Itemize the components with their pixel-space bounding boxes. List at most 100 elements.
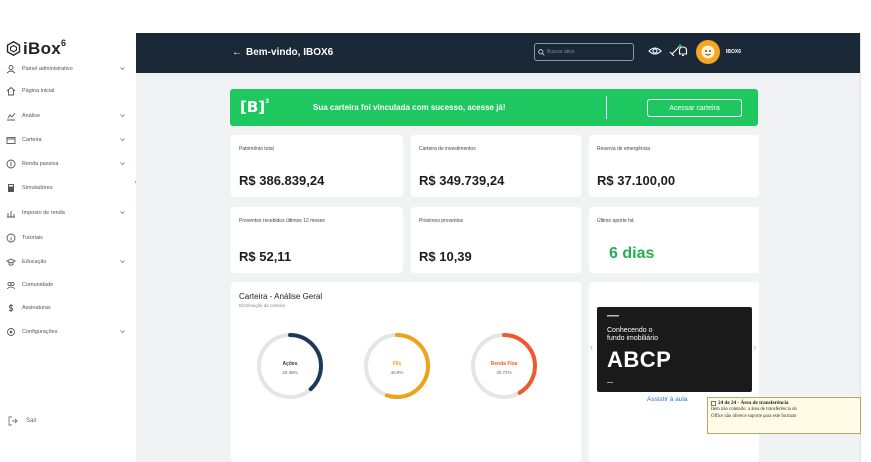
sidebar-item-label: Página inicial: [22, 88, 55, 94]
sidebar-item[interactable]: Educação: [6, 255, 130, 269]
notification-bell-icon[interactable]: [676, 44, 690, 58]
top-bar: ← Bem-vindo, IBOX6 IBOX6: [136, 33, 860, 73]
sidebar-item[interactable]: Configurações: [6, 325, 130, 339]
logout-icon: [8, 416, 18, 426]
chevron-down-icon: [120, 114, 125, 118]
stat-value: R$ 52,11: [239, 249, 292, 264]
stat-card-emergency-reserve: Reserva de emergência R$ 37.100,00: [589, 135, 759, 197]
avatar-icon: [701, 45, 715, 59]
analysis-title: Carteira - Análise Geral: [239, 292, 323, 301]
watch-lesson-link[interactable]: Assistir à aula: [647, 396, 687, 403]
banner-message: Sua carteira foi vinculada com sucesso, …: [313, 103, 506, 112]
clipboard-icon: [711, 400, 716, 406]
donut-percent: 28.38%: [282, 370, 298, 375]
sidebar-item-label: Configurações: [22, 329, 58, 335]
chevron-down-icon: [120, 138, 125, 142]
sidebar: iBox6 Painel administrativo Página inicia…: [0, 0, 136, 462]
analysis-subtitle: Distribuição da carteira: [239, 303, 286, 308]
sidebar-item-label: Carteira: [22, 137, 42, 143]
sidebar-item-label: Simuladores: [22, 185, 53, 191]
lesson-video-card: ‹ Conhecendo o fundo imobiliário ABCP › A…: [589, 282, 759, 462]
sidebar-item[interactable]: Carteira: [6, 133, 130, 147]
sidebar-item-label: Assinaturas: [22, 305, 51, 311]
visibility-eye-icon[interactable]: [648, 44, 662, 58]
home-icon: [6, 86, 16, 96]
video-ticker: ABCP: [607, 347, 672, 372]
wallet-icon: [6, 135, 16, 145]
ibox-mark-icon: [607, 382, 613, 383]
stat-label: Último aporte há: [597, 218, 634, 224]
video-caption: Conhecendo o fundo imobiliário: [607, 327, 658, 342]
tax-icon: [6, 208, 16, 218]
allocation-donut[interactable]: Ações 28.38%: [254, 330, 326, 402]
brand-name: iBox6: [23, 38, 67, 58]
tooltip-line: Office não oferece suporte para este for…: [711, 414, 797, 419]
allocation-donut[interactable]: FIIs 40.9%: [361, 330, 433, 402]
stat-card-dividends-12m: Proventos recebidos últimos 12 meses R$ …: [231, 207, 403, 273]
sidebar-item[interactable]: Comunidade: [6, 278, 130, 292]
chevron-down-icon: [120, 211, 125, 215]
gear-user-icon: [6, 64, 16, 74]
donut-label: Renda Fixa: [490, 361, 518, 367]
b3-link-banner: [B]3 Sua carteira foi vinculada com suce…: [230, 89, 758, 126]
chevron-down-icon: [120, 260, 125, 264]
video-logo-icon: [607, 315, 619, 317]
video-thumbnail[interactable]: Conhecendo o fundo imobiliário ABCP: [597, 307, 752, 392]
brand-logo[interactable]: iBox6: [6, 38, 66, 59]
stat-card-next-dividends: Próximos proventos R$ 10,39: [411, 207, 581, 273]
stat-label: Carteira de investimentos: [419, 146, 476, 152]
vertical-scrollbar[interactable]: [860, 33, 871, 462]
stat-label: Patrimônio total: [239, 146, 274, 152]
search-icon: [538, 48, 545, 56]
stat-value: R$ 10,39: [419, 249, 472, 264]
carousel-prev-icon[interactable]: ‹: [590, 342, 593, 352]
clipboard-tooltip: 24 de 24 - Área de transferência Item nã…: [707, 397, 861, 434]
sidebar-item[interactable]: Imposto de renda: [6, 206, 130, 220]
sidebar-item[interactable]: Tutoriais: [6, 231, 130, 245]
page-title: ← Bem-vindo, IBOX6: [232, 47, 333, 58]
sidebar-item-label: Painel administrativo: [22, 66, 73, 72]
logout-label: Sair: [26, 418, 37, 424]
stat-label: Próximos proventos: [419, 218, 464, 224]
stat-card-last-contribution: Último aporte há 6 dias: [589, 207, 759, 273]
stat-value: 6 dias: [609, 245, 655, 262]
user-avatar[interactable]: [696, 40, 720, 64]
sidebar-item-label: Renda passiva: [22, 161, 59, 167]
donut-label: FIIs: [392, 361, 402, 367]
stat-value: R$ 349.739,24: [419, 173, 505, 188]
sidebar-item-label: Educação: [22, 259, 47, 265]
sidebar-item[interactable]: Simuladores: [6, 181, 130, 195]
back-arrow-icon[interactable]: ←: [232, 47, 242, 58]
sidebar-item[interactable]: Assinaturas: [6, 301, 130, 315]
logout-button[interactable]: Sair: [8, 416, 37, 426]
tooltip-line: Item não coletado: a área de transferênc…: [711, 407, 797, 412]
donut-percent: 40.9%: [390, 370, 404, 375]
search-input[interactable]: [547, 49, 633, 55]
carousel-next-icon[interactable]: ›: [753, 342, 756, 352]
coin-icon: [6, 159, 16, 169]
chevron-down-icon: [120, 330, 125, 334]
sidebar-item[interactable]: Renda passiva: [6, 157, 130, 171]
donut-label: Ações: [282, 361, 298, 367]
sidebar-item[interactable]: Painel administrativo: [6, 62, 130, 76]
community-icon: [6, 280, 16, 290]
sidebar-item-label: Imposto de renda: [22, 210, 65, 216]
stat-label: Reserva de emergência: [597, 146, 651, 152]
stat-card-total-assets: Patrimônio total R$ 386.839,24: [231, 135, 403, 197]
donut-percent: 30.72%: [496, 370, 512, 375]
sidebar-item-label: Comunidade: [22, 282, 54, 288]
allocation-donut[interactable]: Renda Fixa 30.72%: [468, 330, 540, 402]
username-label: IBOX6: [726, 49, 742, 55]
ibox-logo-icon: [6, 41, 21, 56]
sidebar-item[interactable]: Análise: [6, 109, 130, 123]
stat-label: Proventos recebidos últimos 12 meses: [239, 218, 325, 224]
search-box[interactable]: [534, 43, 634, 61]
sidebar-item-label: Tutoriais: [22, 235, 43, 241]
chevron-down-icon: [120, 67, 125, 71]
access-portfolio-button[interactable]: Acessar carteira: [647, 99, 742, 117]
sidebar-item-label: Análise: [22, 113, 41, 119]
info-icon: [6, 233, 16, 243]
sidebar-item[interactable]: Página inicial: [6, 84, 130, 98]
education-icon: [6, 257, 16, 267]
chevron-down-icon: [120, 162, 125, 166]
